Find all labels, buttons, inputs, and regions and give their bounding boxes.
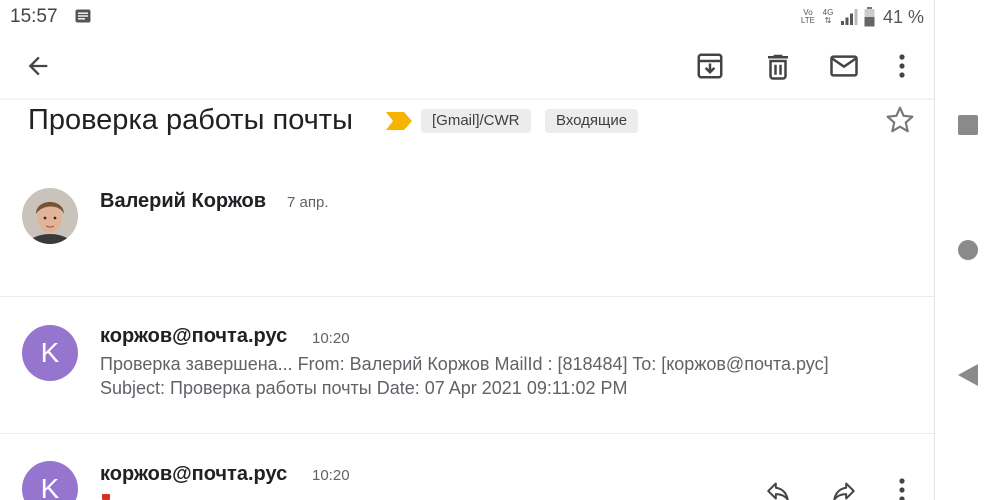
- subject-row: Проверка работы почты [Gmail]/CWR Входящ…: [0, 100, 934, 146]
- archive-icon: [697, 53, 723, 79]
- signal-icon: [840, 9, 858, 25]
- back-triangle-icon[interactable]: [955, 362, 981, 388]
- home-circle-icon[interactable]: [955, 237, 981, 263]
- message-date: 7 апр.: [287, 194, 329, 211]
- mark-unread-button[interactable]: [826, 48, 862, 84]
- sender-name: Валерий Коржов: [100, 190, 267, 212]
- envelope-icon: [830, 55, 858, 77]
- avatar-letter[interactable]: K: [22, 325, 78, 381]
- toolbar: [0, 34, 934, 100]
- battery-percent: 41 %: [882, 6, 924, 27]
- phone-screen: 15:57 Vo LTE 4G ⇅ 41 % Проверка работы п…: [0, 0, 1000, 500]
- message-collapsed-2[interactable]: K коржов@почта.рус 10:20 Проверка заверш…: [0, 297, 934, 433]
- notification-icon: [75, 9, 91, 23]
- sender-email: коржов@почта.рус: [100, 325, 288, 347]
- archive-button[interactable]: [692, 48, 728, 84]
- forward-icon[interactable]: [828, 478, 860, 500]
- vertical-dots-icon: [899, 54, 905, 78]
- message-more-icon[interactable]: [890, 476, 914, 500]
- importance-marker-icon[interactable]: [386, 112, 412, 130]
- reply-icon[interactable]: [762, 478, 794, 500]
- snippet-line: Subject: Проверка работы почты Date: 07 …: [100, 378, 628, 398]
- sender-email: коржов@почта.рус: [100, 463, 288, 485]
- status-indicators: Vo LTE 4G ⇅ 41 %: [800, 5, 924, 29]
- avatar-photo[interactable]: [22, 188, 78, 244]
- message-expanded-3[interactable]: K коржов@почта.рус 10:20: [0, 434, 934, 500]
- recipient-marker-icon: [102, 494, 110, 500]
- label-chip-inbox[interactable]: Входящие: [545, 109, 639, 133]
- message-time: 10:20: [312, 467, 350, 484]
- message-snippet: Проверка завершена... From: Валерий Корж…: [100, 352, 920, 400]
- status-bar: 15:57 Vo LTE 4G ⇅ 41 %: [0, 0, 934, 34]
- avatar-photo-image: [22, 188, 78, 244]
- back-button[interactable]: [20, 48, 56, 84]
- trash-icon: [768, 54, 788, 80]
- message-time: 10:20: [312, 330, 350, 347]
- network-4g-icon: 4G ⇅: [822, 8, 834, 25]
- android-nav-bar: [934, 0, 1000, 500]
- more-options-button[interactable]: [884, 48, 920, 84]
- gmail-message-view: 15:57 Vo LTE 4G ⇅ 41 % Проверка работы п…: [0, 0, 934, 500]
- label-chip-cwr[interactable]: [Gmail]/CWR: [421, 109, 531, 133]
- battery-icon: [864, 7, 875, 27]
- delete-button[interactable]: [760, 48, 796, 84]
- status-time: 15:57: [10, 6, 58, 27]
- arrow-left-icon: [28, 56, 48, 76]
- thread-subject: Проверка работы почты: [28, 104, 353, 136]
- snippet-line: Проверка завершена... From: Валерий Корж…: [100, 354, 829, 374]
- recents-square-icon[interactable]: [955, 112, 981, 138]
- message-collapsed-1[interactable]: Валерий Коржов 7 апр.: [0, 146, 934, 296]
- volte-icon: Vo LTE: [800, 8, 815, 25]
- star-icon[interactable]: [884, 104, 916, 136]
- avatar-letter[interactable]: K: [22, 461, 78, 500]
